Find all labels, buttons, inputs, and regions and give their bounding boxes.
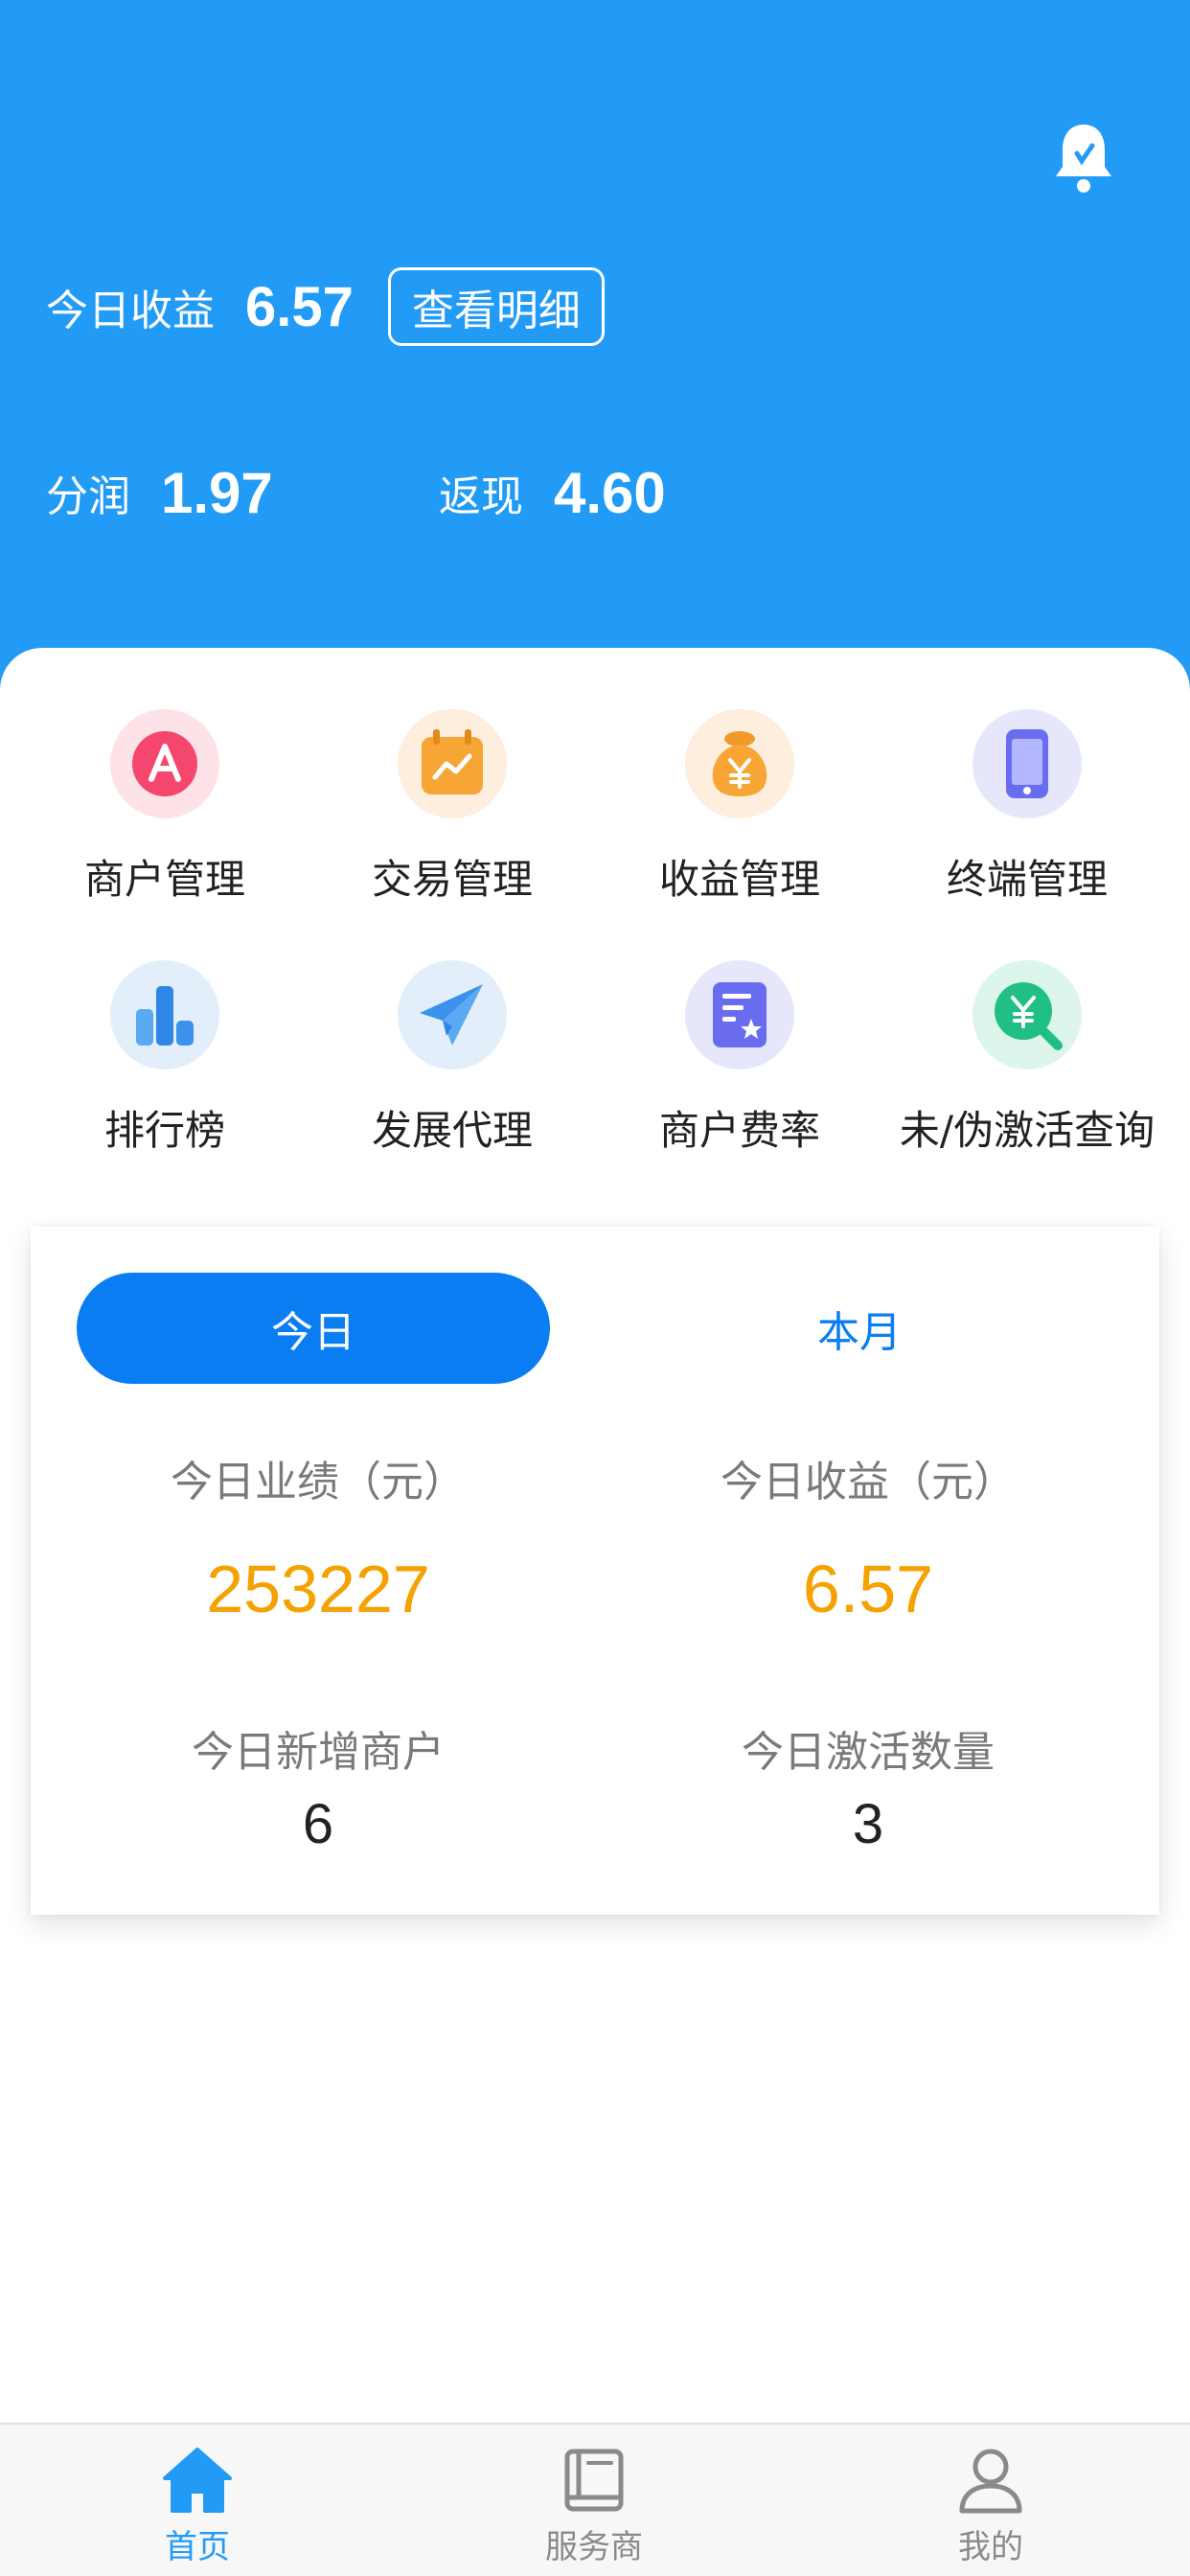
profit-share-row: 分润 1.97 [46,454,273,531]
cashback-row: 返现 4.60 [439,454,666,531]
stat-activations-value: 3 [852,1793,884,1855]
nav-item-mine[interactable]: 我的 [895,2425,1087,2576]
tab-month[interactable]: 本月 [623,1273,1096,1384]
yuan-search-icon [973,960,1082,1070]
home-icon [163,2448,232,2513]
menu-label: 商户费率 [658,1107,820,1154]
stat-new-merchants-label: 今日新增商户 [192,1728,445,1777]
profit-share-label: 分润 [46,472,130,521]
menu-label: 交易管理 [371,856,533,903]
bar-chart-icon [110,960,219,1070]
menu-label: 商户管理 [83,856,245,903]
stat-performance: 今日业绩（元） 253227 [50,1447,586,1627]
nav-label: 服务商 [545,2528,643,2566]
today-earnings-value: 6.57 [245,275,354,338]
user-icon [959,2449,1022,2514]
stat-earnings: 今日收益（元） 6.57 [600,1447,1136,1627]
menu-label: 排行榜 [103,1107,225,1154]
stat-activations-label: 今日激活数量 [742,1728,995,1777]
nav-item-home[interactable]: 首页 [102,2425,293,2576]
stat-performance-value: 253227 [206,1552,430,1626]
menu-label: 终端管理 [946,856,1108,903]
menu-label: 未/伪激活查询 [899,1107,1156,1154]
menu-item-merchant-management[interactable]: 商户管理 [21,709,309,930]
earnings-header: 今日收益 6.57 查看明细 分润 1.97 返现 4.60 [0,0,1190,709]
menu-item-inactive-query[interactable]: 未/伪激活查询 [883,960,1171,1181]
tab-today[interactable]: 今日 [77,1273,550,1384]
stat-activations: 今日激活数量 3 [600,1717,1136,1856]
book-icon [564,2449,624,2512]
stat-new-merchants-value: 6 [302,1793,334,1855]
nav-item-service-provider[interactable]: 服务商 [498,2425,690,2576]
view-details-button[interactable]: 查看明细 [387,267,605,346]
paper-plane-icon [398,960,507,1070]
stat-performance-label: 今日业绩（元） [171,1458,466,1506]
stat-new-merchants: 今日新增商户 6 [50,1717,586,1856]
stat-earnings-label: 今日收益（元） [721,1458,1016,1506]
stat-earnings-value: 6.57 [802,1552,934,1626]
profit-share-value: 1.97 [161,460,273,525]
nav-label: 我的 [958,2528,1023,2566]
merchant-icon [110,709,219,818]
cashback-label: 返现 [439,472,523,521]
menu-label: 发展代理 [371,1107,533,1154]
cashback-value: 4.60 [554,460,666,525]
menu-item-transaction-management[interactable]: 交易管理 [309,709,596,930]
menu-item-leaderboard[interactable]: 排行榜 [21,960,309,1181]
money-bag-icon [685,709,794,818]
phone-icon [973,709,1082,818]
calendar-chart-icon [398,709,507,818]
home-page: 今日收益 6.57 查看明细 分润 1.97 返现 4.60 商户管理 交易管理… [0,0,1190,2576]
function-menu: 商户管理 交易管理 收益管理 终端管理 排行榜 发展代理 商户费率 未/伪激活查… [0,648,1190,1223]
menu-item-develop-agents[interactable]: 发展代理 [309,960,596,1181]
document-star-icon [685,960,794,1070]
menu-item-earnings-management[interactable]: 收益管理 [596,709,883,930]
menu-item-merchant-rates[interactable]: 商户费率 [596,960,883,1181]
bell-icon[interactable] [1050,119,1117,196]
menu-label: 收益管理 [658,856,820,903]
menu-item-terminal-management[interactable]: 终端管理 [883,709,1171,930]
nav-label: 首页 [165,2528,230,2566]
today-earnings-row: 今日收益 6.57 查看明细 [46,266,605,347]
today-earnings-label: 今日收益 [46,287,215,335]
stats-panel: 今日 本月 今日业绩（元） 253227 今日收益（元） 6.57 今日新增商户… [31,1227,1159,1915]
bottom-nav: 首页 服务商 我的 [0,2423,1190,2576]
